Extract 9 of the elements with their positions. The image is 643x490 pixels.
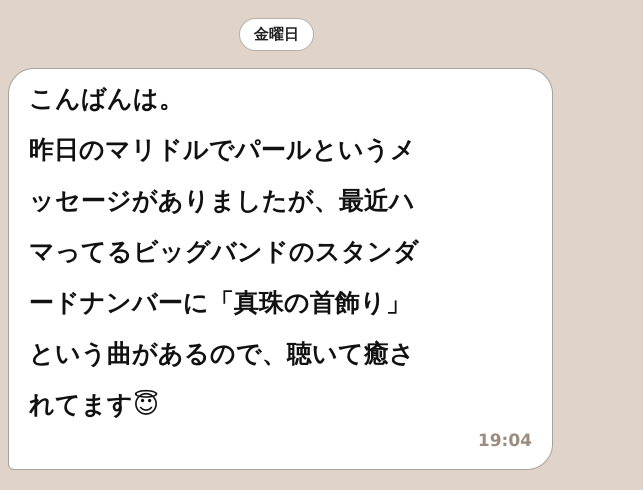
message-line: れてます😇 (29, 388, 160, 421)
message-line: 昨日のマリドルでパールというメ (29, 134, 416, 166)
date-label: 金曜日 (239, 18, 314, 51)
message-line: ッセージがありましたが、最近ハ (29, 185, 415, 217)
message-line: こんばんは。 (29, 83, 184, 115)
message-time: 19:04 (478, 431, 532, 453)
message-line: ードナンバーに「真珠の首飾り」 (29, 287, 411, 319)
message-line: という曲があるので、聴いて癒さ (29, 338, 415, 370)
message-line: マってるビッグバンドのスタンダ (29, 236, 419, 268)
